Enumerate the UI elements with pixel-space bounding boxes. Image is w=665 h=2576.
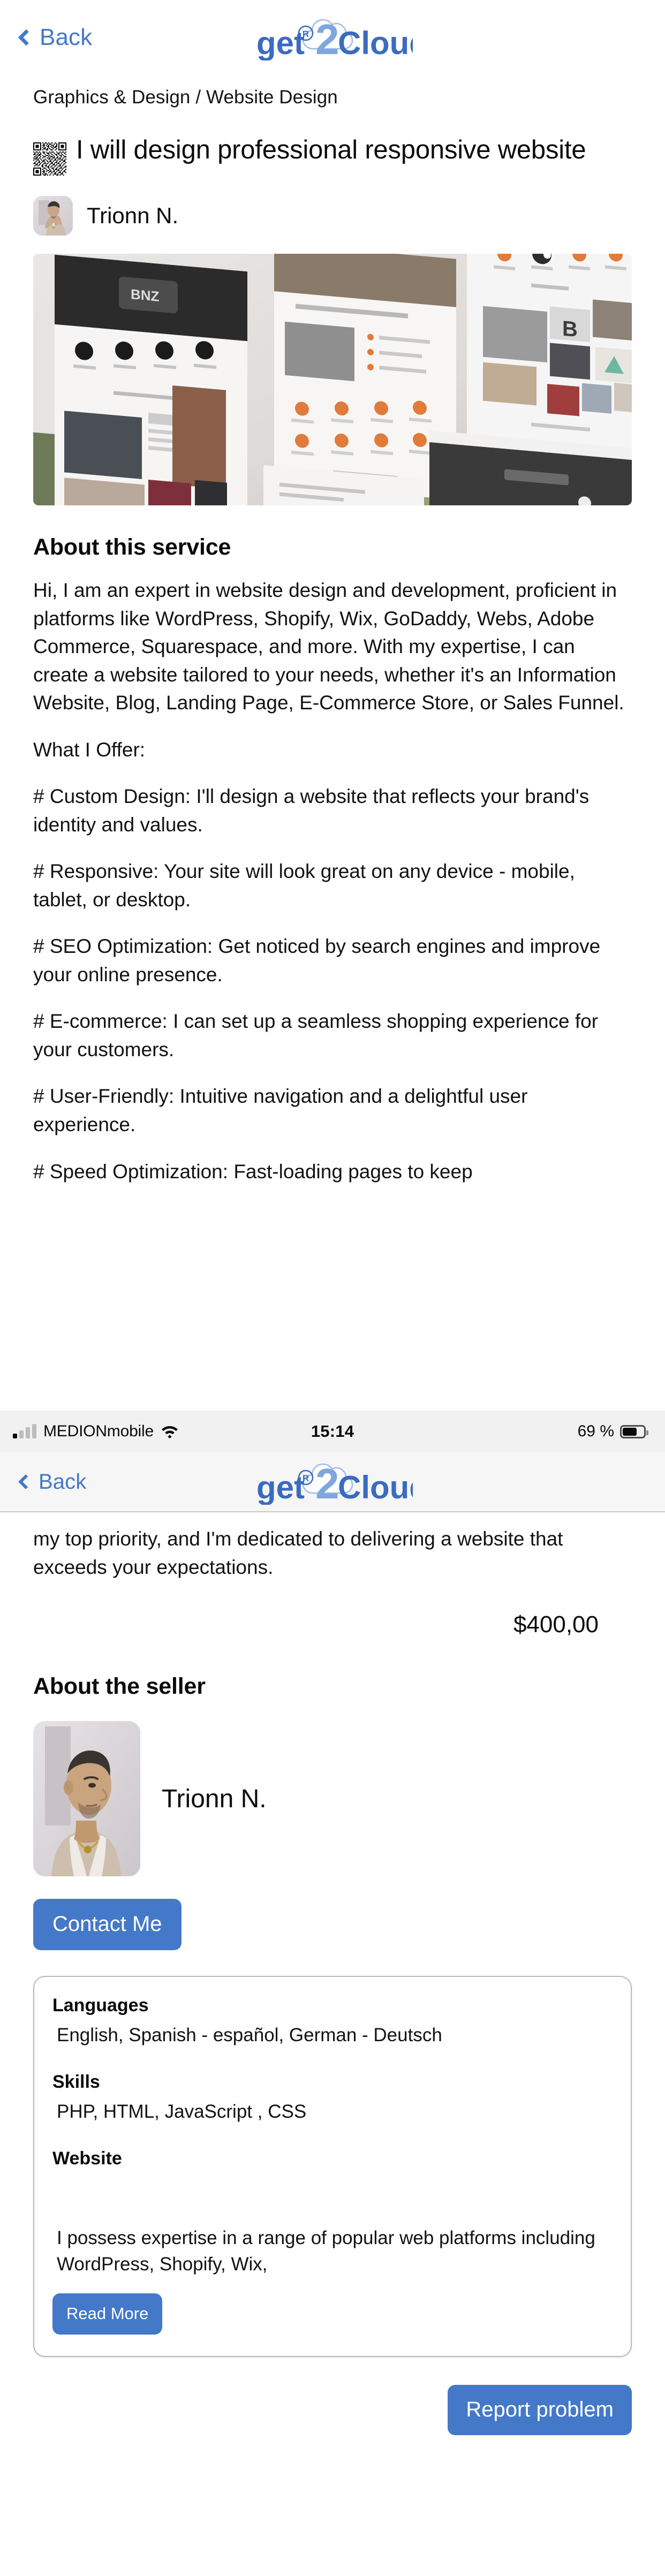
navigation-bar-secondary: Back 2 get R Clouds	[0, 1452, 665, 1512]
page-title: I will design professional responsive we…	[76, 135, 586, 164]
price-row: $400,00	[0, 1581, 665, 1638]
about-paragraph: # Responsive: Your site will look great …	[33, 860, 575, 911]
hero-image[interactable]: BNZ B	[33, 254, 632, 505]
svg-text:BNZ: BNZ	[131, 286, 159, 305]
read-more-button[interactable]: Read More	[52, 2293, 163, 2335]
svg-text:get: get	[256, 25, 305, 60]
status-bar-right: 69 %	[577, 1422, 648, 1441]
seller-name: Trionn N.	[87, 203, 179, 228]
report-problem-button[interactable]: Report problem	[448, 2385, 632, 2436]
about-paragraph-continued: my top priority, and I'm dedicated to de…	[33, 1528, 563, 1578]
svg-text:Clouds: Clouds	[338, 1469, 413, 1505]
svg-text:2: 2	[315, 1460, 339, 1505]
seller-name: Trionn N.	[162, 1784, 267, 1813]
seller-info-card: Languages English, Spanish - español, Ge…	[33, 1976, 632, 2358]
card-spacer	[52, 2195, 613, 2225]
seller-profile: Trionn N.	[0, 1700, 665, 1877]
app-logo: 2 get R Clouds	[252, 14, 413, 60]
back-button-label: Back	[39, 1469, 87, 1494]
seller-row[interactable]: Trionn N.	[0, 176, 665, 236]
back-button-label: Back	[40, 24, 93, 50]
svg-text:2: 2	[315, 16, 339, 60]
website-label: Website	[52, 2148, 122, 2169]
signal-bars-icon	[13, 1424, 36, 1438]
about-seller-heading: About the seller	[33, 1673, 206, 1700]
about-paragraph: # Custom Design: I'll design a website t…	[33, 785, 590, 836]
about-paragraph: # User-Friendly: Intuitive navigation an…	[33, 1085, 528, 1135]
skills-label: Skills	[52, 2072, 100, 2093]
about-paragraph: What I Offer:	[33, 738, 146, 761]
svg-text:get: get	[256, 1469, 305, 1505]
carrier-label: MEDIONmobile	[43, 1422, 154, 1440]
status-bar: MEDIONmobile 15:14 69 %	[0, 1411, 665, 1452]
wifi-icon	[161, 1425, 179, 1438]
navigation-bar: Back 2 get R Clouds	[0, 0, 665, 75]
price-value: $400,00	[513, 1611, 599, 1638]
chevron-left-icon	[18, 1474, 34, 1490]
overlay-screen: MEDIONmobile 15:14 69 % Back 2 get R Clo…	[0, 1411, 665, 2436]
listing-title-row: I will design professional responsive we…	[0, 108, 665, 176]
seller-description: I possess expertise in a range of popula…	[57, 2228, 595, 2275]
app-logo: 2 get R Clouds	[252, 1459, 413, 1505]
service-detail-screen: Back 2 get R Clouds Graphi	[0, 0, 665, 1186]
about-paragraph: # SEO Optimization: Get noticed by searc…	[33, 935, 601, 986]
languages-label: Languages	[52, 1995, 149, 2016]
contact-me-button[interactable]: Contact Me	[33, 1899, 182, 1951]
back-button[interactable]: Back	[18, 1469, 87, 1494]
status-bar-time: 15:14	[311, 1422, 354, 1441]
skills-value: PHP, HTML, JavaScript , CSS	[57, 2101, 307, 2123]
status-bar-left: MEDIONmobile	[13, 1422, 179, 1441]
languages-value: English, Spanish - español, German - Deu…	[57, 2025, 442, 2046]
battery-percent-label: 69 %	[577, 1422, 614, 1440]
svg-text:B: B	[562, 317, 578, 342]
chevron-left-icon	[18, 29, 35, 46]
back-button[interactable]: Back	[18, 24, 93, 51]
svg-text:R: R	[303, 29, 309, 39]
svg-text:R: R	[303, 1473, 309, 1483]
avatar[interactable]	[33, 1721, 140, 1877]
about-service-heading: About this service	[33, 534, 231, 560]
qr-code-icon[interactable]	[33, 142, 66, 176]
about-paragraph: # Speed Optimization: Fast-loading pages…	[33, 1160, 473, 1183]
about-paragraph: # E-commerce: I can set up a seamless sh…	[33, 1010, 599, 1060]
breadcrumb[interactable]: Graphics & Design / Website Design	[0, 75, 665, 108]
battery-icon	[620, 1425, 648, 1438]
svg-text:Clouds: Clouds	[338, 25, 413, 60]
report-row: Report problem	[0, 2357, 665, 2436]
about-paragraph: Hi, I am an expert in website design and…	[33, 579, 624, 714]
avatar	[33, 196, 73, 236]
about-service-body: Hi, I am an expert in website design and…	[0, 560, 665, 1186]
about-service-continued: my top priority, and I'm dedicated to de…	[0, 1512, 665, 1581]
